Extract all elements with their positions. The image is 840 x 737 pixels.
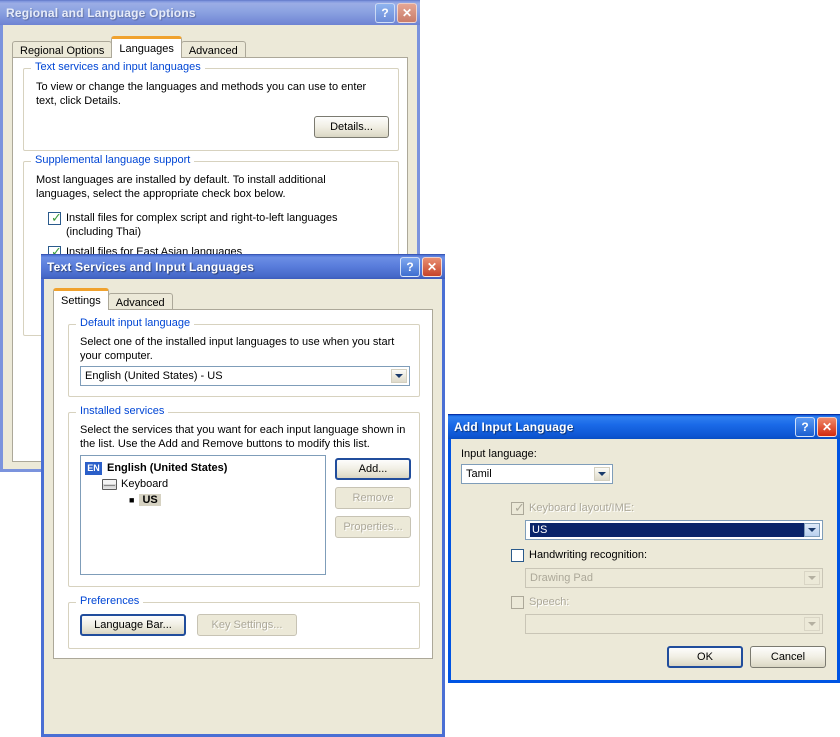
- keyboard-layout-checkbox-label: Keyboard layout/IME:: [529, 502, 635, 514]
- handwriting-recognition-checkbox[interactable]: Handwriting recognition:: [511, 548, 647, 562]
- key-settings-button: Key Settings...: [197, 614, 297, 636]
- default-input-language-group-title: Default input language: [76, 317, 195, 329]
- list-item-language[interactable]: EN English (United States): [81, 460, 325, 476]
- details-button[interactable]: Details...: [314, 116, 389, 138]
- remove-button: Remove: [335, 487, 411, 509]
- help-icon[interactable]: ?: [375, 3, 395, 23]
- regional-window-titlebar[interactable]: Regional and Language Options ? ✕: [0, 0, 420, 25]
- keyboard-icon: [102, 478, 117, 490]
- screenshot-root: Regional and Language Options ? ✕ Region…: [0, 0, 840, 737]
- text-services-group-title: Text services and input languages: [31, 61, 205, 73]
- handwriting-recognition-checkbox-box[interactable]: [511, 549, 524, 562]
- chevron-down-icon[interactable]: [391, 369, 407, 383]
- text-services-tab-panel: Default input language Select one of the…: [53, 309, 433, 659]
- checkbox-complex-script[interactable]: ✓ Install files for complex script and r…: [48, 211, 378, 239]
- language-bar-button[interactable]: Language Bar...: [80, 614, 186, 636]
- add-button[interactable]: Add...: [335, 458, 411, 480]
- add-input-language-title: Add Input Language: [454, 420, 574, 434]
- installed-services-group: Installed services Select the services t…: [68, 405, 420, 587]
- properties-button: Properties...: [335, 516, 411, 538]
- text-services-and-input-languages-window: Text Services and Input Languages ? ✕ Se…: [41, 254, 445, 737]
- regional-window-title: Regional and Language Options: [6, 6, 196, 20]
- list-item-layout[interactable]: ■ US: [81, 492, 325, 508]
- close-icon[interactable]: ✕: [817, 417, 837, 437]
- check-icon: ✓: [514, 501, 525, 516]
- text-services-title-buttons: ? ✕: [400, 257, 442, 277]
- list-item-keyboard[interactable]: Keyboard: [81, 476, 325, 492]
- close-icon[interactable]: ✕: [397, 3, 417, 23]
- en-language-badge-icon: EN: [85, 461, 102, 475]
- chevron-down-icon[interactable]: [594, 467, 610, 481]
- add-input-language-window: Add Input Language ? ✕ Input language: T…: [448, 414, 840, 683]
- keyboard-layout-checkbox: ✓ Keyboard layout/IME:: [511, 501, 634, 515]
- supplemental-description: Most languages are installed by default.…: [36, 174, 326, 200]
- input-language-label: Input language:: [461, 448, 537, 460]
- supplemental-group-title: Supplemental language support: [31, 154, 195, 166]
- default-input-language-group: Default input language Select one of the…: [68, 317, 420, 397]
- checkbox-complex-script-label: Install files for complex script and rig…: [66, 212, 338, 238]
- add-input-language-titlebar[interactable]: Add Input Language ? ✕: [448, 414, 840, 439]
- tab-languages[interactable]: Languages: [111, 36, 182, 58]
- cancel-button[interactable]: Cancel: [750, 646, 826, 668]
- regional-tabstrip: Regional Options Languages Advanced: [12, 36, 246, 60]
- list-item-keyboard-label: Keyboard: [121, 478, 169, 490]
- speech-checkbox: Speech:: [511, 595, 569, 609]
- list-item-language-label: English (United States): [107, 462, 228, 474]
- text-services-window-titlebar[interactable]: Text Services and Input Languages ? ✕: [41, 254, 445, 279]
- text-services-description: To view or change the languages and meth…: [36, 81, 367, 107]
- text-services-tabstrip: Settings Advanced: [53, 288, 173, 312]
- input-language-combo-value: Tamil: [466, 468, 492, 480]
- default-input-language-description: Select one of the installed input langua…: [80, 336, 395, 362]
- handwriting-recognition-combo-value: Drawing Pad: [530, 572, 593, 584]
- tab-settings[interactable]: Settings: [53, 288, 109, 310]
- checkbox-complex-script-box[interactable]: ✓: [48, 211, 62, 226]
- regional-window-title-buttons: ? ✕: [375, 3, 417, 23]
- installed-services-group-title: Installed services: [76, 405, 169, 417]
- handwriting-recognition-checkbox-label: Handwriting recognition:: [529, 549, 648, 561]
- text-services-window-title: Text Services and Input Languages: [47, 260, 255, 274]
- keyboard-layout-combo-value: US: [530, 523, 804, 537]
- text-services-group: Text services and input languages To vie…: [23, 61, 399, 151]
- default-input-language-combo[interactable]: English (United States) - US: [80, 366, 410, 386]
- preferences-group: Preferences Language Bar... Key Settings…: [68, 595, 420, 649]
- speech-combo: [525, 614, 823, 634]
- installed-services-listbox[interactable]: EN English (United States) Keyboard ■ US: [80, 455, 326, 575]
- chevron-down-icon[interactable]: [804, 523, 820, 537]
- speech-checkbox-label: Speech:: [529, 596, 570, 608]
- chevron-down-icon: [804, 571, 820, 585]
- list-item-layout-label: US: [139, 494, 161, 506]
- keyboard-layout-checkbox-box: ✓: [511, 501, 525, 516]
- chevron-down-icon: [804, 617, 820, 631]
- close-icon[interactable]: ✕: [422, 257, 442, 277]
- handwriting-recognition-combo: Drawing Pad: [525, 568, 823, 588]
- default-input-language-combo-value: English (United States) - US: [85, 370, 223, 382]
- installed-services-description: Select the services that you want for ea…: [80, 424, 406, 450]
- preferences-group-title: Preferences: [76, 595, 144, 607]
- input-language-combo[interactable]: Tamil: [461, 464, 613, 484]
- speech-checkbox-box: [511, 596, 524, 609]
- ok-button[interactable]: OK: [667, 646, 743, 668]
- bullet-icon: ■: [129, 495, 135, 505]
- help-icon[interactable]: ?: [400, 257, 420, 277]
- keyboard-layout-combo[interactable]: US: [525, 520, 823, 540]
- check-icon: ✓: [51, 211, 62, 226]
- add-input-language-title-buttons: ? ✕: [795, 417, 837, 437]
- help-icon[interactable]: ?: [795, 417, 815, 437]
